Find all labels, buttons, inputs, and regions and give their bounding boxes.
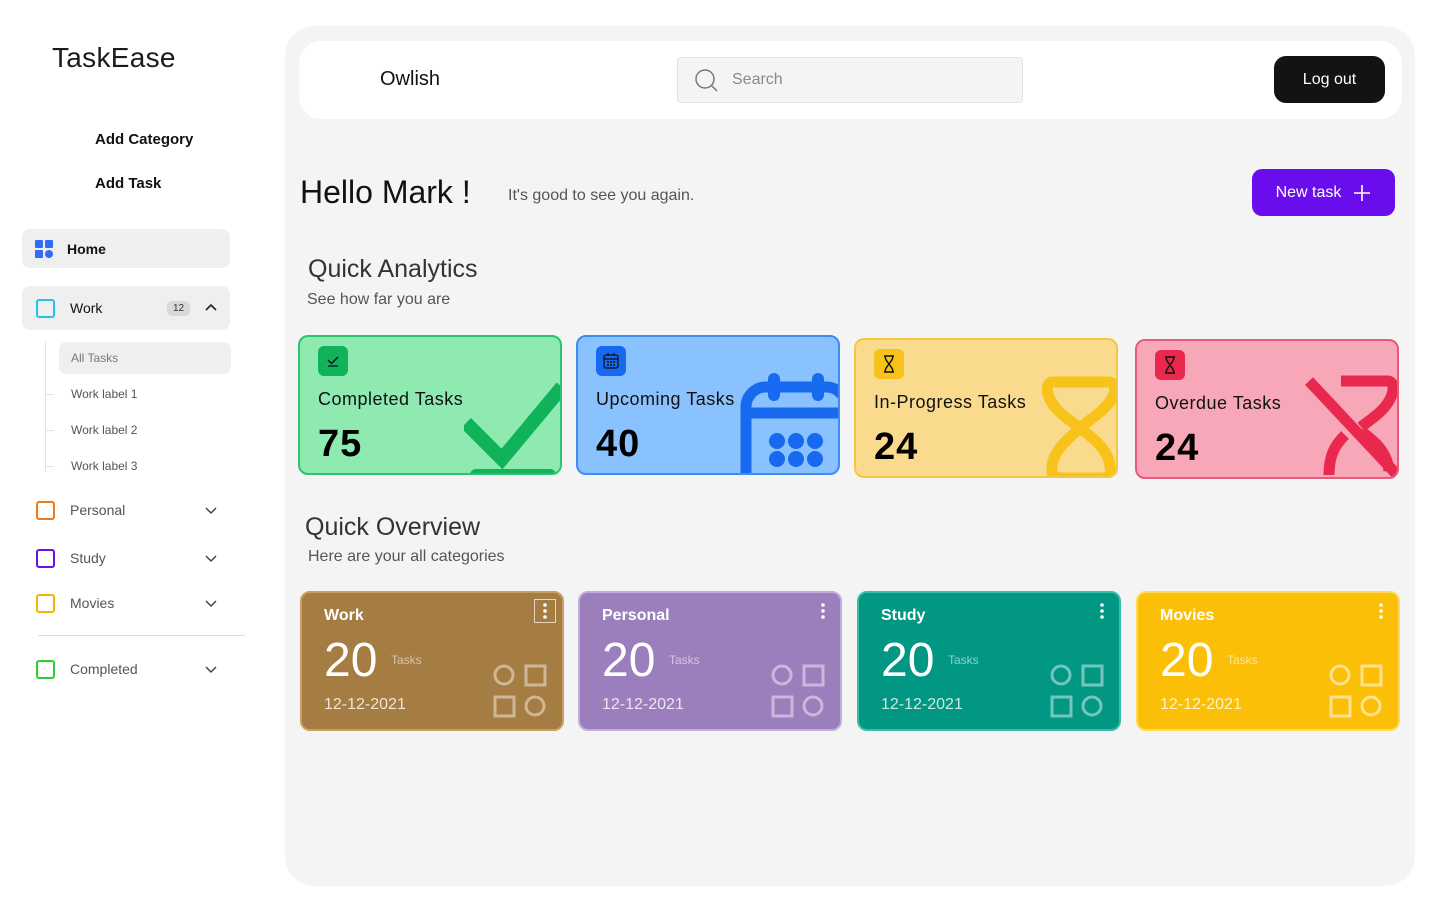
category-name: Work bbox=[324, 607, 364, 624]
stat-card-upcoming[interactable]: Upcoming Tasks 40 bbox=[576, 335, 840, 475]
stat-title: Completed Tasks bbox=[318, 389, 464, 409]
stat-value: 24 bbox=[1155, 427, 1200, 469]
analytics-title: Quick Analytics bbox=[308, 255, 478, 283]
category-card-personal[interactable]: Personal 20 Tasks 12-12-2021 bbox=[578, 591, 842, 731]
chevron-down-icon[interactable] bbox=[204, 503, 218, 517]
stat-value: 40 bbox=[596, 423, 641, 465]
top-bar: Owlish Log out bbox=[299, 41, 1402, 119]
tasks-caption: Tasks bbox=[948, 653, 979, 667]
workspace-name: Owlish bbox=[380, 68, 441, 90]
plus-icon bbox=[1354, 184, 1371, 201]
category-color-square bbox=[36, 298, 55, 318]
stat-title: In-Progress Tasks bbox=[874, 392, 1027, 412]
dashboard-icon bbox=[35, 239, 53, 258]
logout-button[interactable]: Log out bbox=[1274, 56, 1385, 103]
more-options-icon[interactable] bbox=[1091, 599, 1113, 623]
chevron-down-icon[interactable] bbox=[204, 662, 218, 676]
chevron-up-icon[interactable] bbox=[204, 301, 218, 315]
chevron-down-icon[interactable] bbox=[204, 551, 218, 565]
sidebar-item-home[interactable]: Home bbox=[22, 229, 230, 268]
overview-title: Quick Overview bbox=[305, 513, 481, 541]
category-name: Personal bbox=[602, 607, 670, 624]
sidebar-item-label: Completed bbox=[70, 661, 138, 677]
main-panel: Owlish Log out Hello Mark ! It's good to… bbox=[285, 26, 1415, 886]
stat-value: 75 bbox=[318, 423, 363, 465]
search-input[interactable] bbox=[732, 71, 1012, 89]
tasks-caption: Tasks bbox=[669, 653, 700, 667]
large-hourglass-icon bbox=[1042, 376, 1116, 476]
stat-card-completed[interactable]: Completed Tasks 75 bbox=[298, 335, 562, 475]
category-date: 12-12-2021 bbox=[602, 696, 684, 713]
category-shapes-icon bbox=[493, 664, 547, 718]
category-date: 12-12-2021 bbox=[1160, 696, 1242, 713]
category-name: Movies bbox=[1160, 607, 1215, 624]
tasks-caption: Tasks bbox=[391, 653, 422, 667]
stat-title: Upcoming Tasks bbox=[596, 389, 735, 409]
sub-item-work-label-2[interactable]: Work label 2 bbox=[46, 414, 231, 446]
category-task-count: 20 bbox=[1160, 634, 1214, 687]
category-color-square bbox=[36, 500, 55, 520]
sidebar-item-movies[interactable]: Movies bbox=[22, 592, 230, 614]
category-task-count: 20 bbox=[881, 634, 935, 687]
category-card-study[interactable]: Study 20 Tasks 12-12-2021 bbox=[857, 591, 1121, 731]
sub-item-work-label-1[interactable]: Work label 1 bbox=[46, 378, 231, 410]
category-shapes-icon bbox=[1329, 664, 1383, 718]
greeting-subtitle: It's good to see you again. bbox=[508, 187, 695, 204]
large-hourglass-off-icon bbox=[1305, 375, 1397, 477]
stat-card-in-progress[interactable]: In-Progress Tasks 24 bbox=[854, 338, 1118, 478]
stat-value: 24 bbox=[874, 426, 919, 468]
search-icon bbox=[695, 69, 718, 92]
app-root: TaskEase Add Category Add Task Home Work… bbox=[0, 0, 1440, 900]
analytics-subtitle: See how far you are bbox=[307, 291, 451, 308]
tasks-caption: Tasks bbox=[1227, 653, 1258, 667]
sidebar: TaskEase Add Category Add Task Home Work… bbox=[0, 0, 270, 900]
category-color-square bbox=[36, 593, 55, 613]
task-count-badge: 12 bbox=[167, 300, 191, 316]
add-task-button[interactable]: Add Task bbox=[95, 175, 161, 192]
new-task-button[interactable]: New task bbox=[1252, 169, 1395, 216]
sidebar-item-label: Work bbox=[70, 300, 103, 316]
sidebar-item-label: Home bbox=[67, 240, 106, 257]
category-task-count: 20 bbox=[602, 634, 656, 687]
more-options-icon[interactable] bbox=[812, 599, 834, 623]
category-name: Study bbox=[881, 607, 926, 624]
category-card-work[interactable]: Work 20 Tasks 12-12-2021 bbox=[300, 591, 564, 731]
add-category-button[interactable]: Add Category bbox=[95, 131, 193, 148]
large-check-icon bbox=[464, 382, 560, 473]
search-box[interactable] bbox=[677, 57, 1023, 103]
category-task-count: 20 bbox=[324, 634, 378, 687]
stat-card-overdue[interactable]: Overdue Tasks 24 bbox=[1135, 339, 1399, 479]
greeting-title: Hello Mark ! bbox=[300, 174, 471, 210]
sidebar-divider bbox=[38, 635, 245, 636]
stat-title: Overdue Tasks bbox=[1155, 393, 1282, 413]
hourglass-off-icon bbox=[1155, 350, 1185, 380]
more-options-icon[interactable] bbox=[1370, 599, 1392, 623]
calendar-icon bbox=[596, 346, 626, 376]
category-card-movies[interactable]: Movies 20 Tasks 12-12-2021 bbox=[1136, 591, 1400, 731]
sidebar-item-label: Study bbox=[70, 550, 106, 566]
category-date: 12-12-2021 bbox=[324, 696, 406, 713]
category-color-square bbox=[36, 548, 55, 568]
more-options-icon[interactable] bbox=[534, 599, 556, 623]
chevron-down-icon[interactable] bbox=[204, 596, 218, 610]
sub-item-work-label-3[interactable]: Work label 3 bbox=[46, 450, 231, 482]
hourglass-icon bbox=[874, 349, 904, 379]
sidebar-item-completed[interactable]: Completed bbox=[22, 658, 230, 680]
work-subitems: All Tasks Work label 1 Work label 2 Work… bbox=[45, 342, 231, 473]
category-shapes-icon bbox=[1050, 664, 1104, 718]
sidebar-item-label: Personal bbox=[70, 502, 126, 518]
category-date: 12-12-2021 bbox=[881, 696, 963, 713]
category-color-square bbox=[36, 659, 55, 679]
sub-item-all-tasks[interactable]: All Tasks bbox=[59, 342, 231, 374]
large-calendar-icon bbox=[740, 373, 838, 473]
new-task-label: New task bbox=[1275, 183, 1342, 201]
sidebar-item-label: Movies bbox=[70, 595, 115, 611]
overview-subtitle: Here are your all categories bbox=[308, 548, 505, 565]
sidebar-item-work[interactable]: Work 12 bbox=[22, 286, 230, 330]
sidebar-item-study[interactable]: Study bbox=[22, 547, 230, 569]
check-icon bbox=[318, 346, 348, 376]
sidebar-item-personal[interactable]: Personal bbox=[22, 499, 230, 521]
brand-logo: TaskEase bbox=[52, 42, 176, 73]
category-shapes-icon bbox=[771, 664, 825, 718]
